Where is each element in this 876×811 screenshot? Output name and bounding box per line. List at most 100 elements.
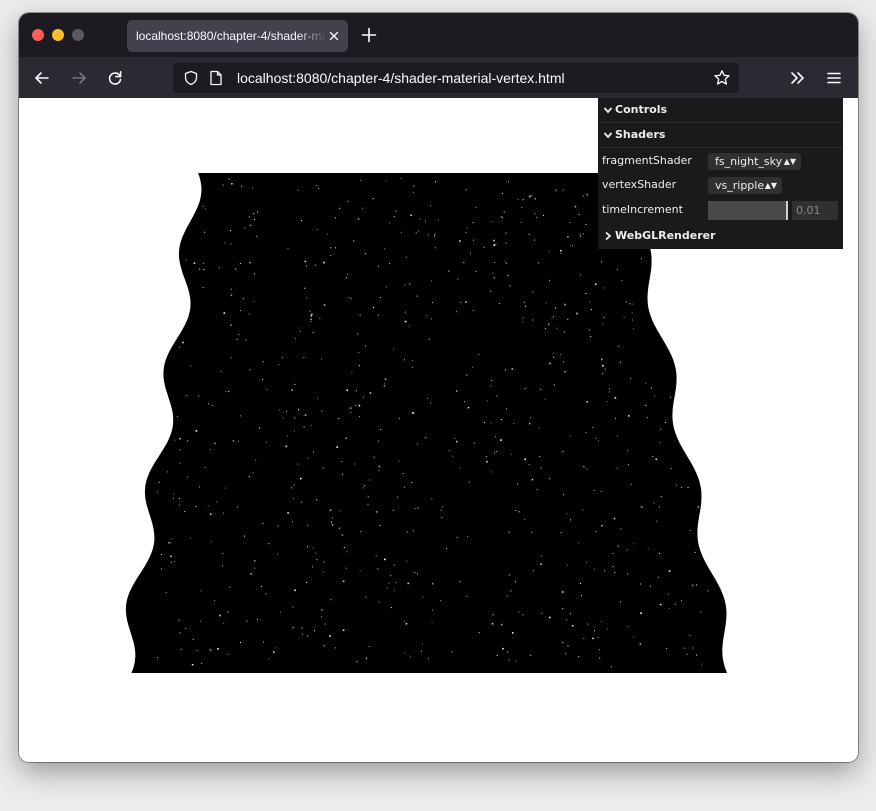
star (593, 490, 595, 492)
controls-header[interactable]: Controls (598, 98, 843, 123)
star (248, 216, 250, 218)
star (640, 583, 641, 585)
star (472, 310, 474, 312)
star (232, 440, 235, 442)
star (376, 511, 378, 513)
star (613, 517, 616, 520)
fragment-shader-label: fragmentShader (602, 154, 692, 167)
star (179, 462, 181, 464)
shield-icon[interactable] (183, 70, 199, 86)
star (503, 211, 505, 213)
star (217, 648, 219, 650)
new-tab-icon[interactable] (361, 27, 377, 43)
star (567, 645, 569, 647)
star (355, 404, 357, 406)
shaders-folder-header[interactable]: Shaders (598, 123, 843, 148)
star (457, 278, 459, 280)
star (454, 437, 456, 439)
star (528, 195, 531, 198)
star (597, 637, 599, 639)
star (209, 513, 212, 515)
close-window-button[interactable] (32, 29, 44, 41)
select-arrows-icon: ▲▼ (783, 157, 796, 166)
star (594, 630, 595, 632)
star (562, 451, 564, 453)
star (470, 252, 472, 254)
star (168, 542, 170, 544)
star (302, 633, 303, 635)
browser-window: localhost:8080/chapter-4/shader-material… (19, 13, 858, 762)
time-increment-input[interactable]: 0.01 (792, 201, 838, 220)
close-tab-icon[interactable] (327, 29, 341, 43)
star (354, 463, 356, 465)
star (406, 531, 408, 533)
star (606, 401, 608, 402)
page-icon[interactable] (209, 70, 223, 86)
star (397, 496, 398, 498)
vertex-shader-select[interactable]: vs_ripple ▲▼ (708, 177, 782, 194)
star (590, 309, 592, 311)
slider-handle[interactable] (786, 201, 788, 220)
star (601, 261, 603, 263)
star (555, 189, 557, 191)
star (310, 318, 312, 320)
star (230, 230, 231, 232)
star (207, 505, 209, 507)
star (291, 389, 293, 391)
star (466, 595, 468, 597)
star (378, 470, 380, 472)
star (455, 311, 457, 313)
maximize-window-button[interactable] (72, 29, 84, 41)
star (239, 263, 241, 264)
star (413, 185, 415, 187)
star (378, 465, 381, 468)
star (491, 622, 494, 625)
star (615, 417, 616, 419)
star (525, 305, 526, 307)
bookmark-star-icon[interactable] (713, 69, 731, 87)
browser-tab[interactable]: localhost:8080/chapter-4/shader-material… (127, 20, 348, 52)
address-bar[interactable]: localhost:8080/chapter-4/shader-material… (173, 63, 739, 93)
webgl-renderer-folder-header[interactable]: WebGLRenderer (598, 224, 843, 248)
star (615, 468, 617, 469)
tab-title: localhost:8080/chapter-4/shader-material… (136, 29, 326, 43)
star (428, 338, 430, 340)
star (364, 253, 366, 255)
star (448, 450, 450, 451)
back-arrow-icon[interactable] (33, 69, 51, 87)
star (700, 611, 702, 613)
star (196, 650, 198, 651)
star (524, 458, 526, 461)
menu-icon[interactable] (825, 69, 843, 87)
forward-arrow-icon[interactable] (70, 69, 88, 87)
star (410, 655, 412, 657)
star (601, 525, 603, 527)
shaders-title: Shaders (615, 128, 666, 141)
reload-icon[interactable] (106, 69, 124, 87)
star (599, 649, 601, 651)
star (227, 654, 229, 655)
star (321, 609, 323, 611)
star (532, 291, 534, 293)
star (208, 403, 210, 405)
star (556, 327, 558, 329)
star (485, 456, 487, 458)
minimize-window-button[interactable] (52, 29, 64, 41)
star (316, 185, 318, 187)
star (493, 277, 495, 279)
overflow-chevrons-icon[interactable] (789, 69, 807, 87)
star (314, 264, 316, 266)
star (500, 439, 502, 441)
star (204, 466, 206, 468)
star (403, 620, 405, 622)
star (585, 293, 587, 294)
fragment-shader-select[interactable]: fs_night_sky ▲▼ (708, 153, 801, 170)
star (508, 659, 510, 661)
star (368, 645, 370, 647)
star (579, 234, 581, 235)
star (620, 528, 622, 530)
time-increment-slider[interactable] (708, 201, 788, 220)
star (650, 585, 651, 587)
star (510, 590, 512, 592)
star (604, 368, 606, 370)
